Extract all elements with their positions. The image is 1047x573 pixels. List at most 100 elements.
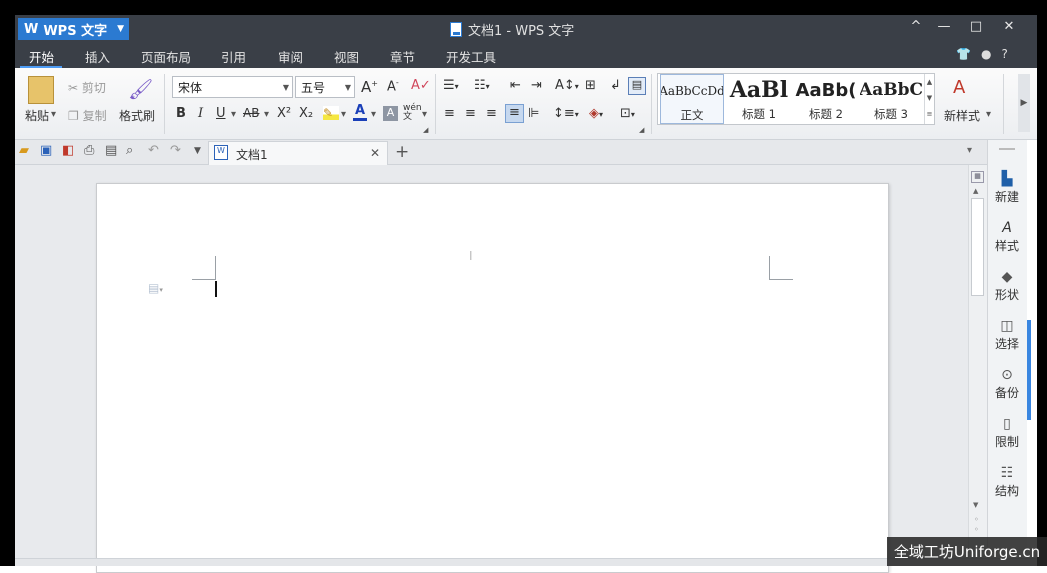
paragraph-mark-icon[interactable]: ↲ bbox=[610, 78, 621, 93]
style-heading-1[interactable]: AaBl 标题 1 bbox=[726, 74, 792, 124]
pane-structure-button[interactable]: ☷ 结构 bbox=[990, 464, 1024, 499]
border-icon[interactable]: ⊡▾ bbox=[620, 106, 635, 121]
scroll-up-icon[interactable]: ▲ bbox=[973, 187, 978, 195]
style-gallery-scroll[interactable]: ▲ ▼ ≡ bbox=[924, 74, 934, 124]
shrink-font-button[interactable]: A- bbox=[387, 78, 399, 94]
cloud-icon[interactable]: ● bbox=[981, 47, 991, 61]
subscript-button[interactable]: X₂ bbox=[299, 106, 313, 121]
new-style-button[interactable]: 新样式 bbox=[944, 107, 980, 124]
style-heading-3[interactable]: AaBbC 标题 3 bbox=[860, 74, 922, 124]
app-menu-button[interactable]: W WPS 文字 ▼ bbox=[18, 18, 129, 40]
new-style-icon[interactable]: A bbox=[953, 77, 965, 98]
chevron-down-icon[interactable]: ▾ bbox=[264, 109, 269, 120]
scroll-down-icon[interactable]: ▼ bbox=[973, 501, 978, 509]
style-normal[interactable]: AaBbCcDd 正文 bbox=[660, 74, 724, 124]
cut-button[interactable]: ✂ 剪切 bbox=[68, 79, 106, 96]
help-icon[interactable]: ? bbox=[1001, 47, 1007, 61]
chevron-down-icon[interactable]: ▾ bbox=[51, 109, 56, 120]
font-dialog-launcher[interactable]: ◢ bbox=[423, 126, 428, 134]
superscript-button[interactable]: X² bbox=[277, 106, 291, 121]
paste-button[interactable]: 粘贴 bbox=[25, 107, 49, 124]
grow-font-button[interactable]: A+ bbox=[361, 78, 378, 96]
redo-icon[interactable]: ↷ bbox=[170, 143, 181, 158]
window-title: 文档1 - WPS 文字 bbox=[450, 20, 574, 39]
align-left-icon[interactable]: ≡ bbox=[444, 106, 455, 121]
quick-access-more-icon[interactable]: ▼ bbox=[194, 146, 201, 156]
find-icon[interactable]: ⌕ bbox=[126, 143, 133, 158]
bullet-list-icon[interactable]: ☰▾ bbox=[443, 78, 459, 93]
tab-view[interactable]: 视图 bbox=[334, 47, 359, 66]
collapse-ribbon-button[interactable]: ^ bbox=[905, 19, 927, 34]
style-name: 正文 bbox=[680, 108, 704, 122]
undo-icon[interactable]: ↶ bbox=[148, 143, 159, 158]
tab-developer[interactable]: 开发工具 bbox=[446, 47, 496, 66]
ruler-toggle-icon[interactable]: ▦ bbox=[971, 171, 984, 183]
tab-review[interactable]: 审阅 bbox=[278, 47, 303, 66]
font-size-select[interactable]: 五号 ▼ bbox=[295, 76, 355, 98]
print-preview-icon[interactable]: ▤ bbox=[105, 143, 117, 158]
tab-list-icon[interactable]: ▾ bbox=[967, 145, 972, 156]
numbered-list-icon[interactable]: ☷▾ bbox=[474, 78, 490, 93]
print-icon[interactable]: ⎙ bbox=[84, 143, 94, 158]
format-painter-button[interactable]: 格式刷 bbox=[119, 107, 155, 124]
paste-icon[interactable] bbox=[28, 76, 54, 104]
tab-document[interactable] bbox=[208, 141, 388, 165]
chevron-down-icon[interactable]: ▾ bbox=[986, 109, 991, 120]
pane-select-button[interactable]: ◫ 选择 bbox=[990, 317, 1024, 352]
line-spacing-icon[interactable]: ↕≡▾ bbox=[553, 106, 579, 121]
align-center-icon[interactable]: ≡ bbox=[465, 106, 476, 121]
tab-references[interactable]: 引用 bbox=[221, 47, 246, 66]
table-grid-icon[interactable]: ⊞ bbox=[585, 78, 596, 93]
paragraph-dialog-launcher[interactable]: ◢ bbox=[639, 126, 644, 134]
pane-shape-button[interactable]: ◆ 形状 bbox=[990, 268, 1024, 303]
tab-page-layout[interactable]: 页面布局 bbox=[141, 47, 191, 66]
minimize-button[interactable]: — bbox=[933, 19, 955, 34]
text-box-icon[interactable]: ▤ bbox=[628, 77, 646, 95]
document-page[interactable] bbox=[96, 183, 889, 573]
char-shading-icon[interactable]: A bbox=[383, 106, 398, 121]
underline-button[interactable]: U bbox=[216, 106, 226, 121]
distribute-icon[interactable]: ⊫ bbox=[528, 106, 539, 121]
tab-home[interactable]: 开始 bbox=[29, 47, 54, 66]
italic-button[interactable]: I bbox=[198, 106, 203, 121]
pane-new-button[interactable]: ▙ 新建 bbox=[990, 170, 1024, 205]
maximize-button[interactable]: □ bbox=[965, 19, 987, 34]
pane-style-button[interactable]: A 样式 bbox=[990, 219, 1024, 254]
font-name-select[interactable]: 宋体 ▼ bbox=[172, 76, 293, 98]
close-tab-button[interactable]: ✕ bbox=[370, 146, 380, 160]
shirt-icon[interactable]: 👕 bbox=[956, 47, 971, 61]
scrollbar-thumb[interactable] bbox=[971, 198, 984, 296]
format-painter-icon[interactable]: 🖌 bbox=[128, 77, 153, 101]
paragraph-options-icon[interactable]: ▤▾ bbox=[148, 281, 163, 295]
font-color-button[interactable]: A bbox=[353, 104, 367, 121]
chevron-down-icon[interactable]: ▾ bbox=[341, 109, 346, 120]
new-tab-button[interactable]: + bbox=[395, 142, 409, 162]
justify-icon[interactable]: ≡ bbox=[505, 104, 524, 123]
open-icon[interactable]: ▰ bbox=[19, 143, 29, 158]
ribbon-scroll-right[interactable]: ▶ bbox=[1018, 74, 1030, 132]
phonetic-guide-button[interactable]: wén 文 bbox=[403, 104, 422, 122]
chevron-down-icon[interactable]: ▾ bbox=[422, 109, 427, 120]
bold-button[interactable]: B bbox=[176, 106, 186, 121]
copy-button[interactable]: ❐ 复制 bbox=[68, 107, 107, 124]
text-direction-icon[interactable]: A↕▾ bbox=[555, 78, 579, 93]
page-navigate-icon[interactable]: ◦ ◦ bbox=[974, 515, 979, 535]
pane-backup-button[interactable]: ⊙ 备份 bbox=[990, 366, 1024, 401]
decrease-indent-icon[interactable]: ⇤ bbox=[510, 78, 521, 93]
export-pdf-icon[interactable]: ◧ bbox=[62, 143, 74, 158]
clear-format-icon[interactable]: A✓ bbox=[411, 78, 431, 93]
shading-icon[interactable]: ◈▾ bbox=[589, 106, 603, 121]
strikethrough-button[interactable]: AB bbox=[243, 106, 259, 120]
chevron-down-icon[interactable]: ▾ bbox=[231, 109, 236, 120]
close-button[interactable]: ✕ bbox=[998, 19, 1020, 34]
tab-insert[interactable]: 插入 bbox=[85, 47, 110, 66]
pane-collapse-handle[interactable] bbox=[1027, 320, 1031, 420]
increase-indent-icon[interactable]: ⇥ bbox=[531, 78, 542, 93]
style-heading-2[interactable]: AaBb( 标题 2 bbox=[794, 74, 858, 124]
pane-restrict-button[interactable]: ▯ 限制 bbox=[990, 415, 1024, 450]
tab-chapter[interactable]: 章节 bbox=[390, 47, 415, 66]
align-right-icon[interactable]: ≡ bbox=[486, 106, 497, 121]
chevron-down-icon[interactable]: ▾ bbox=[371, 109, 376, 120]
save-icon[interactable]: ▣ bbox=[40, 143, 52, 158]
highlight-icon[interactable]: ✎ bbox=[323, 106, 339, 120]
